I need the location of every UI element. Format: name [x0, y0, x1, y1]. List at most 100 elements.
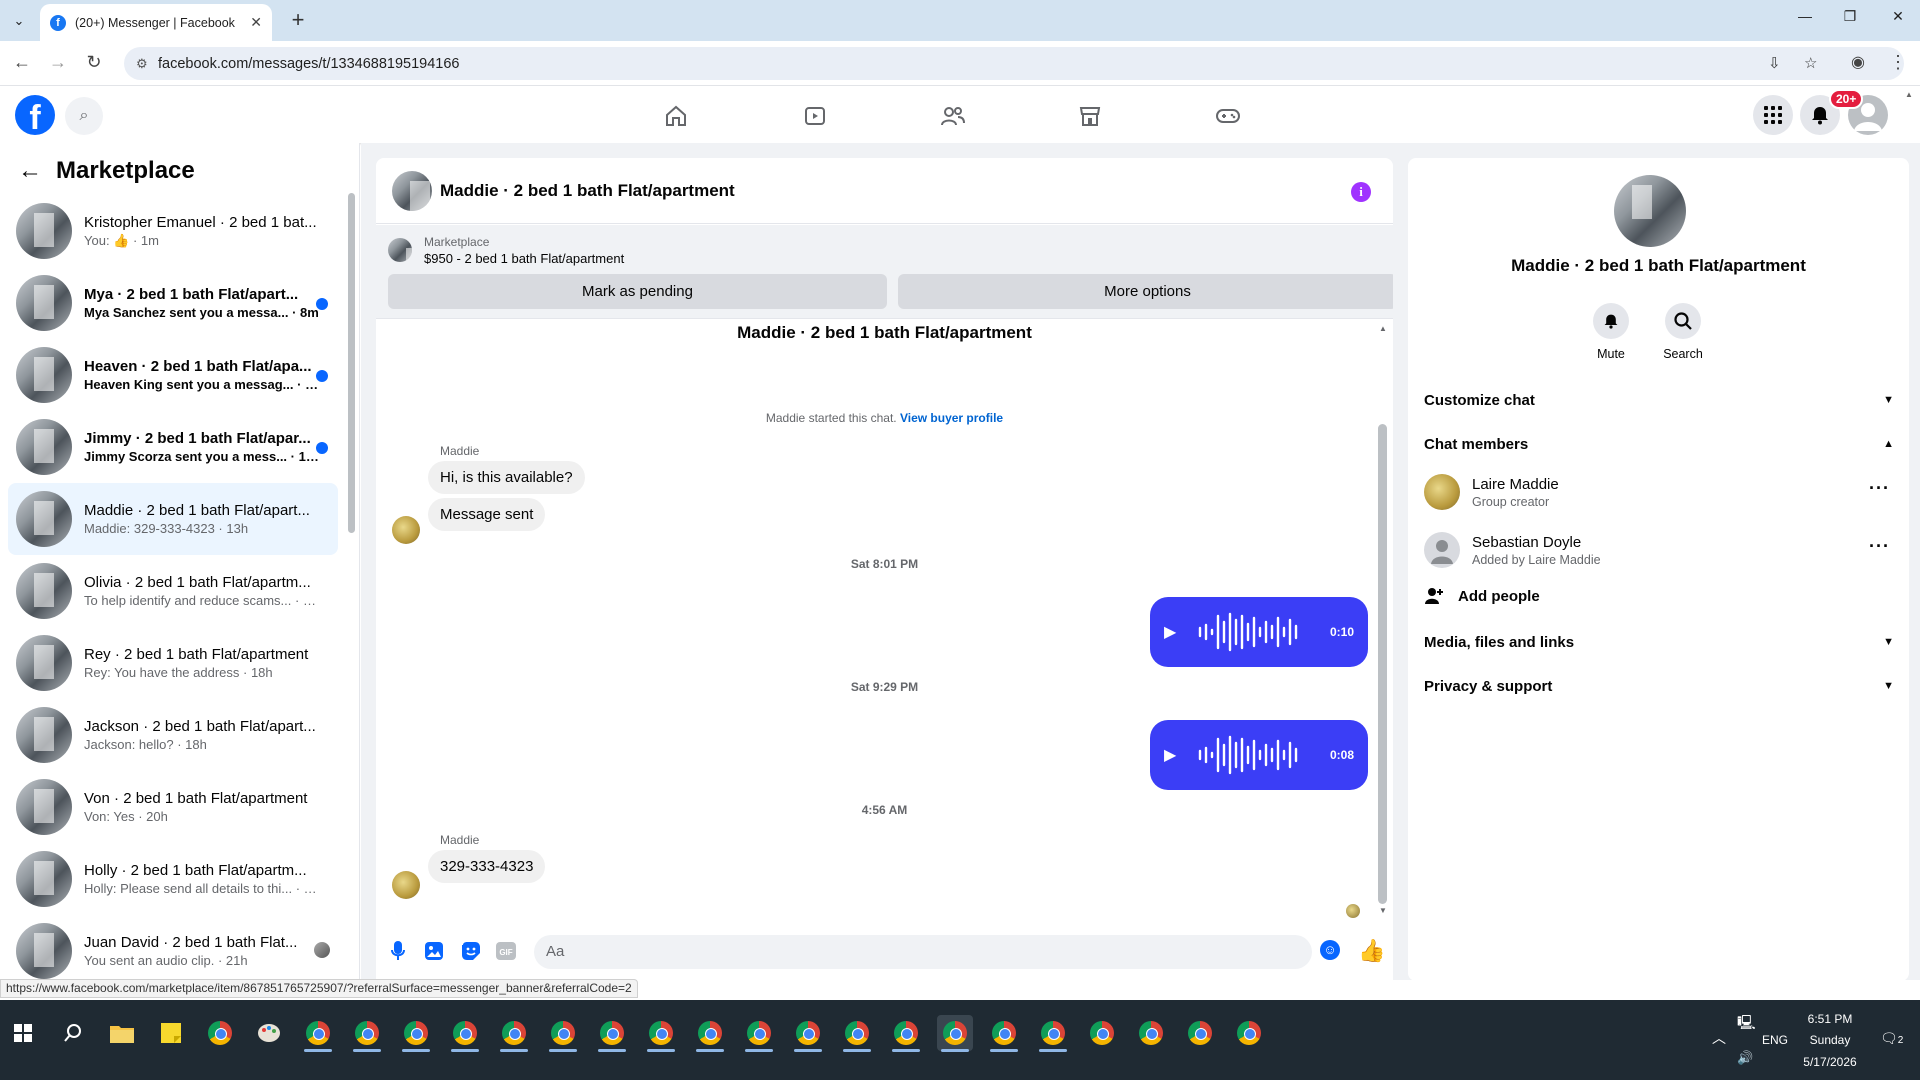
chrome-profile-icon[interactable] — [300, 1015, 336, 1052]
site-info-icon[interactable]: ⚙ — [136, 56, 148, 72]
chrome-profile-icon[interactable] — [741, 1015, 777, 1052]
friends-icon[interactable] — [938, 101, 968, 131]
chat-thumbnail[interactable] — [392, 170, 432, 211]
volume-icon[interactable]: 🔊 — [1737, 1050, 1753, 1066]
back-arrow-icon[interactable]: ← — [18, 157, 42, 185]
conversation-item[interactable]: Jimmy · 2 bed 1 bath Flat/apar... Jimmy … — [8, 411, 338, 483]
voice-message[interactable]: ▶ 0:08 — [1150, 720, 1368, 790]
emoji-icon[interactable]: ☺ — [1320, 940, 1340, 960]
chrome-profile-icon[interactable] — [398, 1015, 434, 1052]
conversation-item[interactable]: Holly · 2 bed 1 bath Flat/apartm... Holl… — [8, 843, 338, 915]
mute-button[interactable]: Mute — [1581, 303, 1641, 361]
microphone-icon[interactable] — [388, 941, 408, 961]
chrome-profile-icon[interactable] — [349, 1015, 385, 1052]
browser-tab-messenger[interactable]: f (20+) Messenger | Facebook ✕ — [40, 4, 272, 41]
home-icon[interactable] — [661, 101, 691, 131]
profile-icon[interactable]: ◉ — [1846, 52, 1870, 72]
play-icon[interactable]: ▶ — [1164, 622, 1186, 642]
forward-icon[interactable]: → — [46, 52, 70, 73]
voice-message[interactable]: ▶ 0:10 — [1150, 597, 1368, 667]
clock-day[interactable]: Sunday — [1800, 1033, 1860, 1047]
chat-members-section[interactable]: Chat members ▲ — [1424, 428, 1894, 460]
message-bubble[interactable]: Hi, is this available? — [428, 461, 585, 494]
chrome-profile-icon[interactable] — [545, 1015, 581, 1052]
customize-chat-section[interactable]: Customize chat ▼ — [1424, 384, 1894, 416]
chrome-profile-icon[interactable] — [1231, 1015, 1267, 1051]
conversation-item[interactable]: Olivia · 2 bed 1 bath Flat/apartm... To … — [8, 555, 338, 627]
more-options-button[interactable]: More options — [898, 274, 1393, 309]
sidebar-scrollbar[interactable] — [348, 193, 355, 533]
more-options-icon[interactable]: ··· — [1869, 478, 1890, 499]
sender-avatar[interactable] — [392, 871, 420, 899]
view-buyer-profile-link[interactable]: View buyer profile — [900, 411, 1003, 425]
conversation-item[interactable]: Kristopher Emanuel · 2 bed 1 bat... You:… — [8, 195, 338, 267]
member-row[interactable]: Sebastian Doyle Added by Laire Maddie ··… — [1424, 526, 1894, 574]
chrome-profile-icon[interactable] — [839, 1015, 875, 1052]
message-input[interactable]: Aa — [534, 935, 1312, 969]
chrome-profile-icon[interactable] — [1182, 1015, 1218, 1051]
scroll-up-arrow-icon[interactable]: ▲ — [1379, 324, 1387, 333]
message-bubble[interactable]: Message sent — [428, 498, 546, 531]
conversation-item-active[interactable]: Maddie · 2 bed 1 bath Flat/apart... Madd… — [8, 483, 338, 555]
conversation-item[interactable]: Mya · 2 bed 1 bath Flat/apart... Mya San… — [8, 267, 338, 339]
chrome-profile-icon[interactable] — [888, 1015, 924, 1052]
url-field[interactable]: ⚙ facebook.com/messages/t/13346881951941… — [124, 47, 1904, 80]
clock-date[interactable]: 5/17/2026 — [1795, 1055, 1865, 1069]
install-app-icon[interactable]: ⇩ — [1768, 54, 1781, 72]
play-icon[interactable]: ▶ — [1164, 745, 1186, 765]
marketplace-icon[interactable] — [1075, 101, 1105, 131]
conversation-item[interactable]: Juan David · 2 bed 1 bath Flat... You se… — [8, 915, 338, 980]
facebook-logo-icon[interactable]: f — [15, 95, 55, 137]
add-people-button[interactable]: Add people — [1424, 586, 1540, 606]
gif-icon[interactable]: GIF — [496, 941, 516, 961]
privacy-support-section[interactable]: Privacy & support ▼ — [1424, 670, 1894, 702]
network-icon[interactable]: 🖳 — [1737, 1012, 1756, 1036]
chat-scrollbar[interactable] — [1378, 424, 1387, 904]
show-hidden-icons-chevron-icon[interactable]: ︿ — [1712, 1028, 1726, 1048]
banner-price[interactable]: $950 - 2 bed 1 bath Flat/apartment — [424, 251, 624, 266]
conversation-item[interactable]: Von · 2 bed 1 bath Flat/apartment Von: Y… — [8, 771, 338, 843]
chrome-profile-icon[interactable] — [1035, 1015, 1071, 1052]
minimize-icon[interactable]: — — [1785, 8, 1825, 24]
scroll-down-arrow-icon[interactable]: ▼ — [1379, 906, 1387, 915]
chrome-profile-icon[interactable] — [692, 1015, 728, 1052]
chrome-profile-icon[interactable] — [594, 1015, 630, 1052]
photo-icon[interactable] — [424, 941, 444, 961]
notification-center-icon[interactable]: 🗨2 — [1880, 1030, 1903, 1047]
search-icon[interactable] — [55, 1015, 91, 1051]
banner-thumbnail[interactable] — [388, 238, 412, 262]
chrome-profile-icon[interactable] — [447, 1015, 483, 1052]
new-tab-button[interactable]: + — [284, 7, 312, 33]
member-row[interactable]: Laire Maddie Group creator ··· — [1424, 468, 1894, 516]
chrome-profile-icon-active[interactable] — [937, 1015, 973, 1052]
chat-photo[interactable] — [1614, 175, 1686, 247]
sticker-icon[interactable] — [461, 941, 481, 961]
file-explorer-icon[interactable] — [104, 1015, 140, 1051]
conversation-item[interactable]: Heaven · 2 bed 1 bath Flat/apa... Heaven… — [8, 339, 338, 411]
chrome-profile-icon[interactable] — [1133, 1015, 1169, 1051]
reload-icon[interactable]: ↻ — [82, 52, 106, 73]
chrome-profile-icon[interactable] — [496, 1015, 532, 1052]
language-indicator[interactable]: ENG — [1762, 1033, 1788, 1047]
browser-menu-icon[interactable]: ⋮ — [1886, 52, 1910, 73]
bookmark-star-icon[interactable]: ☆ — [1804, 54, 1817, 72]
restore-icon[interactable]: ❐ — [1830, 8, 1870, 25]
paint-icon[interactable] — [251, 1015, 287, 1051]
close-tab-icon[interactable]: ✕ — [250, 14, 262, 31]
chrome-profile-icon[interactable] — [643, 1015, 679, 1052]
back-icon[interactable]: ← — [10, 52, 34, 73]
mark-as-pending-button[interactable]: Mark as pending — [388, 274, 887, 309]
clock-time[interactable]: 6:51 PM — [1800, 1012, 1860, 1026]
chat-title[interactable]: Maddie · 2 bed 1 bath Flat/apartment — [440, 181, 735, 201]
more-options-icon[interactable]: ··· — [1869, 536, 1890, 557]
message-bubble[interactable]: 329-333-4323 — [428, 850, 546, 883]
conversation-item[interactable]: Rey · 2 bed 1 bath Flat/apartment Rey: Y… — [8, 627, 338, 699]
chrome-profile-icon[interactable] — [1084, 1015, 1120, 1051]
tab-search-chevron-icon[interactable]: ⌄ — [8, 10, 30, 32]
menu-grid-icon[interactable] — [1753, 95, 1793, 135]
like-thumbs-up-icon[interactable]: 👍 — [1358, 938, 1385, 964]
close-window-icon[interactable]: ✕ — [1878, 8, 1918, 25]
sticky-notes-icon[interactable] — [153, 1015, 189, 1051]
search-button[interactable]: Search — [1653, 303, 1713, 361]
windows-start-icon[interactable] — [5, 1015, 41, 1051]
